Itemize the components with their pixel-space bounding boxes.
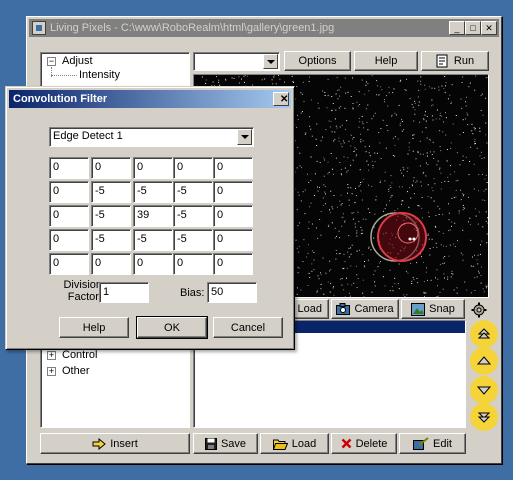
expand-icon[interactable]: + [47, 350, 56, 360]
run-button[interactable]: Run [421, 51, 489, 71]
insert-button[interactable]: Insert [40, 433, 190, 454]
kernel-cell[interactable]: -5 [133, 229, 173, 251]
kernel-cell[interactable]: 0 [133, 253, 173, 275]
run-label: Run [453, 55, 475, 67]
minimize-button[interactable]: _ [449, 21, 465, 35]
kernel-cell[interactable]: -5 [173, 229, 213, 251]
edit-label: Edit [433, 437, 452, 450]
tree-item-label: Adjust [62, 55, 93, 67]
kernel-cell[interactable]: -5 [173, 181, 213, 203]
window-titlebar[interactable]: Living Pixels - C:\www\RoboRealm\html\ga… [29, 19, 499, 37]
camera-icon [336, 303, 351, 315]
tree-item-intensity[interactable]: Intensity [79, 67, 120, 83]
filter-preset-select[interactable]: Edge Detect 1 [49, 127, 254, 147]
save-icon [204, 437, 217, 450]
kernel-cell[interactable]: -5 [91, 181, 131, 203]
help-label: Help [374, 55, 398, 67]
chevron-down-icon[interactable] [237, 129, 252, 145]
kernel-cell[interactable]: -5 [91, 205, 131, 227]
edit-button[interactable]: Edit [399, 433, 466, 454]
dialog-title: Convolution Filter [13, 93, 108, 105]
delete-button[interactable]: Delete [331, 433, 397, 454]
save-label: Save [220, 437, 247, 450]
division-label: Division [63, 279, 102, 291]
help-button[interactable]: Help [354, 51, 418, 71]
kernel-cell[interactable]: 0 [173, 253, 213, 275]
kernel-cell[interactable]: -5 [173, 205, 213, 227]
kernel-cell[interactable]: 0 [49, 157, 89, 179]
run-icon [436, 54, 448, 68]
kernel-cell[interactable]: 0 [213, 205, 253, 227]
insert-label: Insert [110, 437, 138, 450]
close-button[interactable]: ✕ [481, 21, 497, 35]
load-icon [272, 439, 288, 450]
snap-button[interactable]: Snap [401, 299, 465, 319]
gear-icon[interactable] [470, 301, 488, 319]
convolution-filter-dialog: Convolution Filter ✕ Edge Detect 1 00000… [5, 86, 295, 350]
kernel-cell[interactable]: 0 [49, 205, 89, 227]
tree-item-label: Intensity [79, 69, 120, 81]
kernel-cell[interactable]: 0 [213, 253, 253, 275]
delete-label: Delete [355, 437, 388, 450]
insert-icon [92, 437, 107, 450]
source-combo[interactable] [193, 52, 280, 71]
kernel-cell[interactable]: 39 [133, 205, 173, 227]
snap-label: Snap [429, 303, 455, 315]
move-down-icon[interactable] [470, 376, 498, 404]
factor-label: Factor: [67, 291, 102, 303]
delete-icon [341, 438, 351, 449]
kernel-cell[interactable]: 0 [213, 181, 253, 203]
kernel-cell[interactable]: -5 [133, 181, 173, 203]
kernel-cell[interactable]: 0 [173, 157, 213, 179]
kernel-cell[interactable]: 0 [213, 229, 253, 251]
dialog-help-button[interactable]: Help [59, 317, 129, 338]
cancel-button[interactable]: Cancel [213, 317, 283, 338]
dialog-help-label: Help [82, 321, 106, 334]
tree-item-label: Control [62, 349, 98, 361]
bias-input[interactable]: 50 [207, 282, 257, 303]
options-button[interactable]: Options [284, 51, 351, 71]
window-title: Living Pixels - C:\www\RoboRealm\html\ga… [50, 22, 335, 34]
cancel-label: Cancel [230, 321, 266, 334]
save-button[interactable]: Save [193, 433, 258, 454]
move-up-icon[interactable] [470, 347, 498, 375]
kernel-cell[interactable]: 0 [213, 157, 253, 179]
kernel-cell[interactable]: 0 [49, 181, 89, 203]
load-image-label: Load [297, 303, 322, 315]
chevron-down-icon[interactable] [263, 54, 278, 69]
bias-label: Bias: [180, 287, 205, 299]
collapse-icon[interactable]: − [47, 56, 56, 66]
division-factor-input[interactable]: 1 [99, 282, 149, 303]
kernel-cell[interactable]: -5 [91, 229, 131, 251]
expand-icon[interactable]: + [47, 366, 56, 376]
options-label: Options [298, 55, 337, 67]
kernel-cell[interactable]: 0 [91, 253, 131, 275]
kernel-cell[interactable]: 0 [91, 157, 131, 179]
move-bottom-icon[interactable] [470, 403, 498, 431]
camera-label: Camera [354, 303, 394, 315]
edit-icon [413, 437, 429, 450]
dialog-close-button[interactable]: ✕ [273, 92, 289, 106]
camera-button[interactable]: Camera [331, 299, 399, 319]
kernel-cell[interactable]: 0 [49, 253, 89, 275]
maximize-button[interactable]: □ [465, 21, 481, 35]
move-top-icon[interactable] [470, 320, 498, 348]
app-icon [32, 21, 46, 35]
tree-item-label: Other [62, 365, 90, 377]
load-button[interactable]: Load [260, 433, 329, 454]
dialog-titlebar[interactable]: Convolution Filter ✕ [9, 90, 291, 108]
ok-button[interactable]: OK [136, 316, 208, 339]
ok-label: OK [164, 321, 180, 334]
snap-icon [411, 302, 426, 316]
kernel-cell[interactable]: 0 [133, 157, 173, 179]
division-factor-label: Division Factor: [58, 279, 102, 303]
kernel-cell[interactable]: 0 [49, 229, 89, 251]
load-label: Load [291, 437, 317, 450]
tree-item-other[interactable]: + Other [41, 363, 90, 379]
filter-preset-value: Edge Detect 1 [53, 130, 123, 142]
